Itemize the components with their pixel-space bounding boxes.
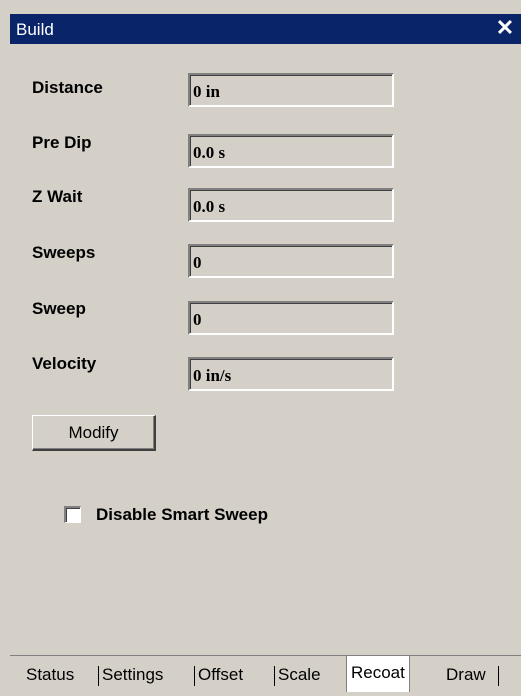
tab-separator [498,666,499,686]
velocity-label: Velocity [32,354,97,373]
tab-scale[interactable]: Scale [278,660,321,692]
sweeps-label: Sweeps [32,243,96,262]
z-wait-field[interactable]: 0.0 s [188,188,394,222]
disable-smart-sweep-checkbox[interactable] [64,506,81,523]
tab-offset[interactable]: Offset [198,660,243,692]
tab-separator [274,666,275,686]
build-window: Build ✕ Distance 0 in Pre Dip 0.0 s Z Wa… [0,0,521,695]
tab-recoat[interactable]: Recoat [346,656,410,692]
sweeps-value: 0 [193,253,202,272]
sweep-field[interactable]: 0 [188,301,394,335]
velocity-value: 0 in/s [193,366,232,385]
pre-dip-field[interactable]: 0.0 s [188,134,394,168]
pre-dip-value: 0.0 s [193,143,226,162]
tab-draw[interactable]: Draw [446,660,486,692]
velocity-field[interactable]: 0 in/s [188,357,394,391]
title-bar[interactable]: Build ✕ [10,14,521,44]
distance-value: 0 in [193,82,220,101]
disable-smart-sweep-label[interactable]: Disable Smart Sweep [96,505,268,525]
z-wait-value: 0.0 s [193,197,226,216]
tab-status[interactable]: Status [26,660,74,692]
tab-separator [98,666,99,686]
modify-button[interactable]: Modify [32,415,156,451]
close-icon[interactable]: ✕ [495,17,515,39]
tab-bar: Status Settings Offset Scale Recoat Draw [10,655,521,696]
sweep-value: 0 [193,310,202,329]
window-title: Build [16,20,54,39]
distance-field[interactable]: 0 in [188,73,394,107]
distance-label: Distance [32,78,103,97]
z-wait-label: Z Wait [32,187,83,206]
pre-dip-label: Pre Dip [32,133,92,152]
tab-separator [194,666,195,686]
tab-settings[interactable]: Settings [102,660,163,692]
sweeps-field[interactable]: 0 [188,244,394,278]
sweep-label: Sweep [32,299,86,318]
